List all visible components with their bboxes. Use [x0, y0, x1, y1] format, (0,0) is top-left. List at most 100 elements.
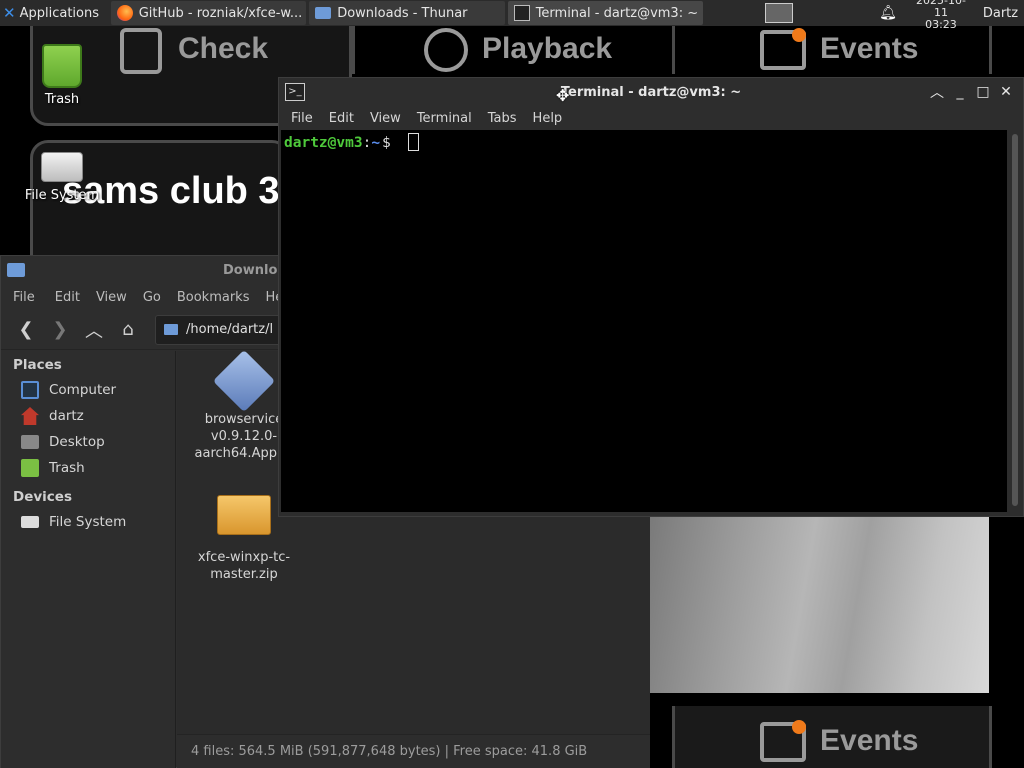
menu-tabs[interactable]: Tabs: [482, 111, 523, 126]
trash-icon: [42, 44, 82, 88]
terminal-icon: >_: [285, 83, 305, 101]
menu-terminal[interactable]: Terminal: [411, 111, 478, 126]
prompt-path: ~: [371, 135, 381, 151]
menu-go[interactable]: Go: [137, 290, 167, 305]
workspace-icon: [765, 3, 794, 23]
computer-icon: [21, 381, 39, 399]
workspace-switcher[interactable]: [759, 0, 799, 26]
location-path: /home/dartz/l: [186, 322, 274, 337]
folder-icon: [164, 324, 178, 335]
terminal-output[interactable]: dartz@vm3:~ $: [281, 130, 1007, 512]
menu-bookmarks[interactable]: Bookmarks: [171, 290, 256, 305]
sidebar-item-label: Computer: [49, 382, 117, 398]
terminal-window: >_ Terminal - dartz@vm3: ~ ︿ _ □ ✕ File …: [278, 77, 1024, 517]
task-firefox[interactable]: GitHub - rozniak/xfce-w...: [110, 1, 307, 25]
window-title: Terminal - dartz@vm3: ~: [560, 84, 742, 100]
file-name-line: master.zip: [210, 567, 278, 582]
check-icon: [120, 28, 162, 74]
sidebar-item-label: File System: [49, 514, 127, 530]
applications-menu[interactable]: ✕ Applications: [0, 0, 108, 26]
close-icon: ✕: [1000, 84, 1012, 100]
sidebar-item-label: Trash: [49, 460, 85, 476]
desktop-icon: [21, 435, 39, 449]
move-cursor-icon: ✥: [556, 86, 570, 105]
notification-dot: [792, 720, 806, 734]
playback-label: Playback: [482, 32, 613, 65]
taskbar: ✕ Applications GitHub - rozniak/xfce-w..…: [0, 0, 1024, 31]
sidebar-item-label: Desktop: [49, 434, 105, 450]
appimage-icon: [212, 349, 276, 413]
forward-button[interactable]: ❯: [43, 315, 77, 345]
folder-icon: [7, 263, 25, 277]
notification-dot: [792, 28, 806, 42]
sidebar-item-desktop[interactable]: Desktop: [1, 429, 175, 455]
task-thunar[interactable]: Downloads - Thunar: [309, 1, 505, 25]
sidebar-item-computer[interactable]: Computer: [1, 377, 175, 403]
terminal-icon: [513, 5, 530, 21]
scrollbar-thumb[interactable]: [1012, 134, 1018, 506]
clock-date: 2025-10-11: [915, 0, 966, 19]
sidebar-item-label: dartz: [49, 408, 84, 424]
chevron-up-icon: ︿: [85, 320, 103, 342]
devices-header: Devices: [13, 489, 72, 505]
folder-icon: [315, 7, 332, 19]
close-button[interactable]: ✕: [995, 81, 1017, 103]
notification-button[interactable]: 🔔︎: [873, 0, 899, 26]
user-label: Dartz: [982, 5, 1019, 21]
chevron-up-icon: ︿: [930, 85, 944, 101]
desktop-icon-trash[interactable]: Trash: [17, 44, 107, 107]
menu-file[interactable]: File: [285, 111, 319, 126]
minimize-button[interactable]: _: [949, 81, 971, 103]
prompt-separator: :: [362, 135, 372, 151]
back-button[interactable]: ❮: [9, 315, 43, 345]
sidebar-item-filesystem[interactable]: File System: [1, 509, 175, 535]
photo-thumbnail: [650, 517, 989, 693]
parent-button[interactable]: ︿: [77, 315, 111, 345]
task-label: GitHub - rozniak/xfce-w...: [138, 5, 303, 21]
menu-edit[interactable]: Edit: [49, 290, 86, 305]
task-label: Terminal - dartz@vm3: ~: [535, 5, 699, 21]
terminal-scrollbar[interactable]: [1007, 130, 1023, 512]
text-cursor: [407, 133, 419, 151]
menu-view[interactable]: View: [90, 290, 133, 305]
task-label: Downloads - Thunar: [337, 5, 468, 21]
terminal-menubar: File Edit View Terminal Tabs Help: [279, 106, 1023, 130]
minimize-icon: _: [956, 84, 964, 100]
home-icon: ⌂: [122, 319, 134, 340]
clock-time: 03:23: [925, 18, 957, 31]
firefox-icon: [116, 5, 133, 21]
playback-icon: [424, 28, 468, 72]
drive-icon: [21, 516, 39, 528]
desktop-icon-filesystem[interactable]: File System: [17, 152, 107, 203]
menu-edit[interactable]: Edit: [323, 111, 360, 126]
terminal-titlebar[interactable]: >_ Terminal - dartz@vm3: ~ ︿ _ □ ✕: [279, 78, 1023, 106]
maximize-button[interactable]: □: [972, 81, 994, 103]
desktop-icon-label: Trash: [44, 92, 80, 107]
task-terminal[interactable]: Terminal - dartz@vm3: ~: [507, 1, 704, 25]
menu-file[interactable]: File: [7, 290, 41, 305]
chevron-right-icon: ❯: [52, 319, 68, 340]
thunar-sidebar: Places Computer dartz Desktop Trash Devi…: [1, 351, 176, 768]
menu-help[interactable]: Help: [527, 111, 569, 126]
maximize-icon: □: [976, 84, 990, 100]
home-button[interactable]: ⌂: [111, 315, 145, 345]
shade-button[interactable]: ︿: [926, 81, 948, 103]
home-icon: [21, 407, 39, 425]
sidebar-item-trash[interactable]: Trash: [1, 455, 175, 481]
bell-icon: 🔔︎: [879, 5, 897, 21]
places-header: Places: [13, 357, 62, 373]
check-label: Check: [178, 32, 269, 65]
location-bar[interactable]: /home/dartz/l: [155, 314, 285, 345]
user-menu[interactable]: Dartz: [977, 0, 1024, 26]
clock[interactable]: 2025-10-11 03:23: [909, 0, 973, 31]
chevron-left-icon: ❮: [18, 319, 34, 340]
menu-view[interactable]: View: [364, 111, 407, 126]
events-label: Events: [820, 32, 919, 65]
drive-icon: [41, 152, 83, 182]
prompt-symbol: $: [382, 135, 391, 151]
xfce-icon: ✕: [3, 4, 16, 22]
archive-icon: [217, 495, 271, 535]
sidebar-item-dartz[interactable]: dartz: [1, 403, 175, 429]
events-label-bottom: Events: [820, 724, 919, 757]
window-title: Downloa: [223, 262, 287, 278]
